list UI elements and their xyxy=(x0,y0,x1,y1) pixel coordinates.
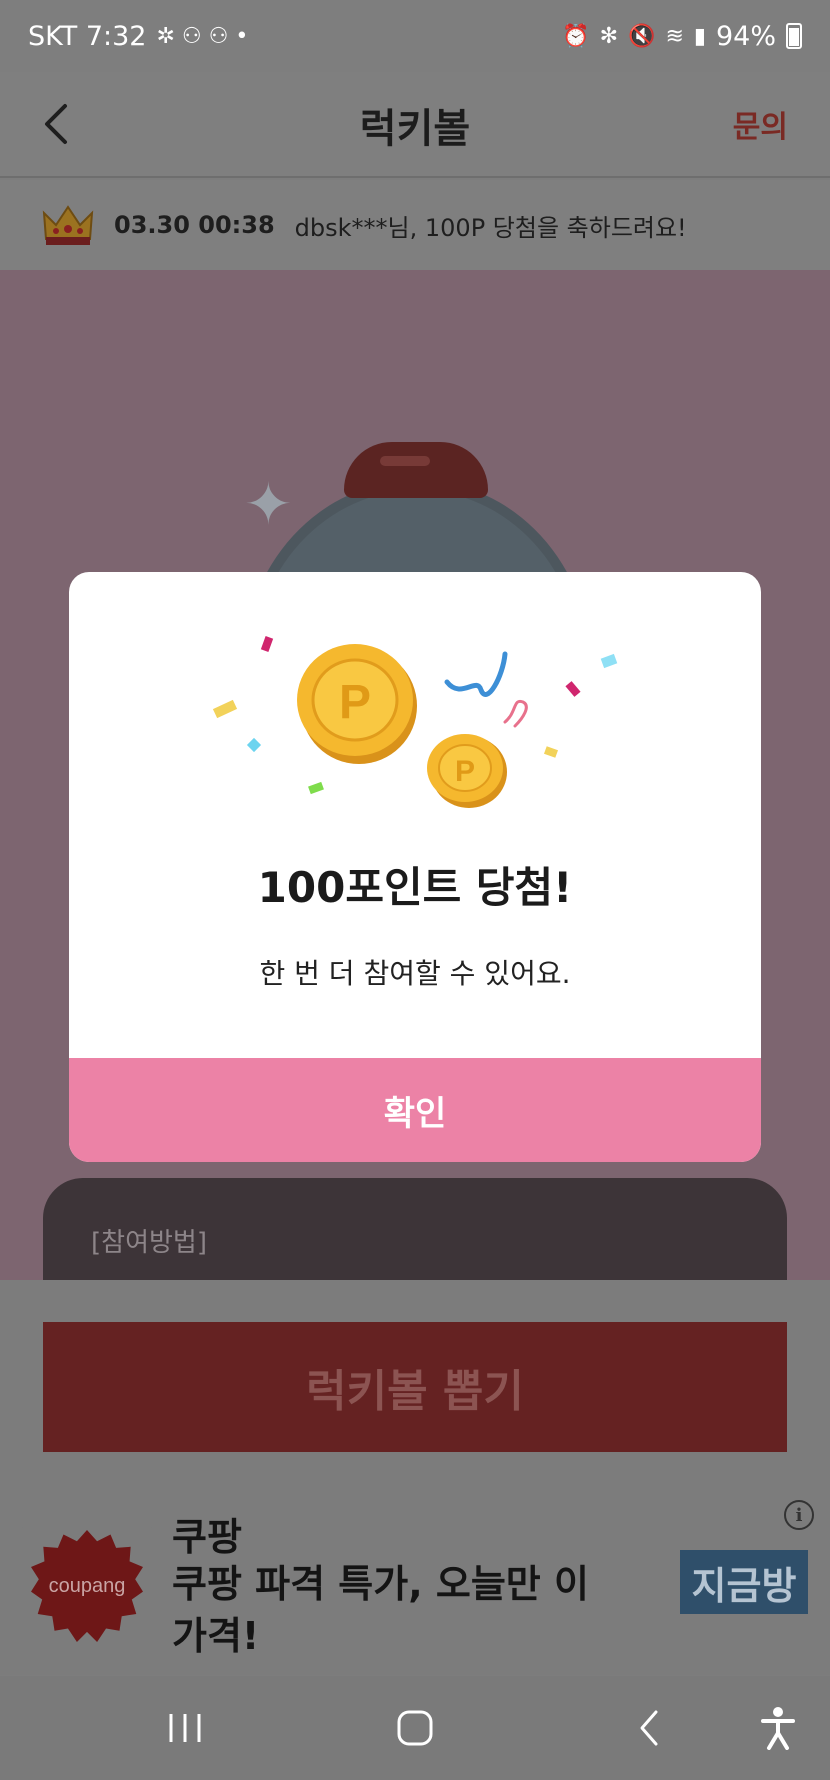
wifi-icon: ≋ xyxy=(665,23,684,49)
confetti-icon xyxy=(543,746,559,758)
accessibility-button[interactable] xyxy=(748,1702,808,1754)
mute-icon: 🔇 xyxy=(628,23,656,49)
svg-text:P: P xyxy=(339,676,371,729)
gacha-machine-cap xyxy=(344,442,488,498)
system-navbar xyxy=(0,1676,830,1780)
signal-icon: ▮ xyxy=(693,23,706,49)
ad-banner[interactable]: coupang 쿠팡 쿠팡 파격 특가, 오늘만 이 가격! i 지금방 xyxy=(0,1490,830,1674)
alarm-icon: ⏰ xyxy=(562,23,590,49)
coins-confetti-illustration: P P xyxy=(212,636,618,808)
info-icon[interactable]: i xyxy=(784,1500,814,1530)
ticker-message: dbsk***님, 100P 당첨을 축하드려요! xyxy=(294,213,687,242)
large-coin-icon: P xyxy=(297,644,417,764)
confetti-icon xyxy=(260,636,274,652)
ticker-time: 03.30 00:38 xyxy=(114,211,275,239)
inquiry-button[interactable]: 문의 xyxy=(733,102,788,146)
win-subtitle: 한 번 더 참여할 수 있어요. xyxy=(259,957,571,990)
ad-title: 쿠팡 xyxy=(172,1515,242,1559)
confetti-icon xyxy=(600,653,618,669)
nav-back-button[interactable] xyxy=(614,1702,684,1754)
battery-icon xyxy=(786,23,802,49)
ribbon-icon xyxy=(503,699,528,728)
recent-apps-button[interactable] xyxy=(150,1702,220,1754)
ad-description: 쿠팡 파격 특가, 오늘만 이 가격! xyxy=(172,1562,589,1658)
status-bar: SKT 7:32 ✲ ⚇ ⚇ • ⏰ ✻ 🔇 ≋ ▮ 94% xyxy=(0,0,830,72)
recent-apps-icon xyxy=(169,1714,201,1742)
bluetooth-icon: ✻ xyxy=(599,23,619,49)
coupang-logo: coupang xyxy=(31,1530,143,1642)
winner-ticker: 03.30 00:38 dbsk***님, 100P 당첨을 축하드려요! xyxy=(0,180,830,270)
app-header: 럭키볼 문의 xyxy=(0,72,830,178)
home-button[interactable] xyxy=(380,1702,450,1754)
sparkle-icon: ✦ xyxy=(244,470,293,538)
svg-text:P: P xyxy=(455,755,475,788)
small-coin-icon: P xyxy=(427,734,507,808)
confirm-button[interactable]: 확인 xyxy=(69,1058,761,1162)
confetti-icon xyxy=(308,781,324,795)
howto-label: [참여방법] xyxy=(91,1228,207,1258)
howto-card: [참여방법] xyxy=(43,1178,787,1280)
battery-percent: 94% xyxy=(715,20,776,52)
ribbon-icon xyxy=(444,651,508,697)
home-icon xyxy=(397,1710,433,1746)
notification-icons: ✲ ⚇ ⚇ • xyxy=(156,23,249,49)
win-dialog: P P 100포인트 당첨! 한 번 더 참여할 수 있어요. 확인 xyxy=(69,572,761,1162)
carrier-time: SKT 7:32 xyxy=(28,20,147,52)
ad-logo: coupang xyxy=(22,1524,152,1648)
accessibility-icon xyxy=(761,1707,795,1750)
nav-back-icon xyxy=(640,1710,658,1746)
crown-icon xyxy=(42,205,94,245)
page-title: 럭키볼 xyxy=(359,106,471,152)
confetti-icon xyxy=(246,737,262,753)
win-title: 100포인트 당첨! xyxy=(257,863,573,912)
confetti-icon xyxy=(565,681,581,697)
confetti-icon xyxy=(212,699,238,719)
ad-cta-button[interactable]: 지금방 xyxy=(680,1550,808,1614)
draw-lucky-ball-button[interactable]: 럭키볼 뽑기 xyxy=(43,1322,787,1452)
